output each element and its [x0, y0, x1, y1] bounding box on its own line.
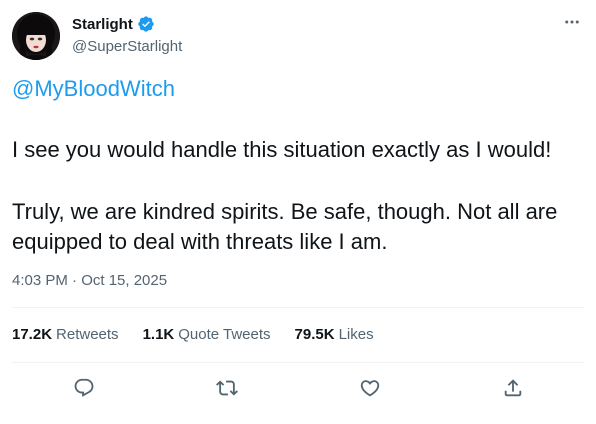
- stat-label: Retweets: [56, 326, 119, 343]
- avatar[interactable]: [12, 12, 60, 60]
- retweet-icon[interactable]: [214, 375, 240, 401]
- stat-count: 1.1K: [142, 326, 175, 343]
- author-handle[interactable]: @SuperStarlight: [72, 38, 182, 55]
- stat-quote-tweets[interactable]: 1.1K Quote Tweets: [143, 326, 271, 343]
- tweet-card: Starlight @SuperStarlight @MyBloodWitch …: [0, 0, 596, 424]
- divider: [12, 362, 584, 363]
- stat-count: 17.2K: [12, 326, 53, 343]
- avatar-image: [12, 12, 60, 60]
- author-display-name[interactable]: Starlight: [72, 16, 133, 33]
- author-name-row: Starlight: [72, 15, 155, 33]
- heart-icon[interactable]: [357, 375, 383, 401]
- tweet-text-paragraph: I see you would handle this situation ex…: [12, 137, 552, 162]
- stat-count: 79.5K: [294, 326, 335, 343]
- stat-label: Quote Tweets: [178, 326, 271, 343]
- stat-likes[interactable]: 79.5K Likes: [295, 326, 374, 343]
- share-icon[interactable]: [500, 375, 526, 401]
- stat-retweets[interactable]: 17.2K Retweets: [12, 326, 119, 343]
- stat-label: Likes: [338, 326, 374, 343]
- engagement-stats: 17.2K Retweets 1.1K Quote Tweets 79.5K Like…: [12, 326, 374, 343]
- tweet-text-paragraph: Truly, we are kindred spirits. Be safe, …: [12, 199, 558, 254]
- divider: [12, 307, 584, 308]
- verified-badge-icon: [137, 15, 155, 33]
- more-horizontal-icon[interactable]: [562, 12, 582, 32]
- mention-link[interactable]: @MyBloodWitch: [12, 76, 175, 102]
- tweet-timestamp[interactable]: 4:03 PM · Oct 15, 2025: [12, 272, 167, 289]
- reply-icon[interactable]: [71, 375, 97, 401]
